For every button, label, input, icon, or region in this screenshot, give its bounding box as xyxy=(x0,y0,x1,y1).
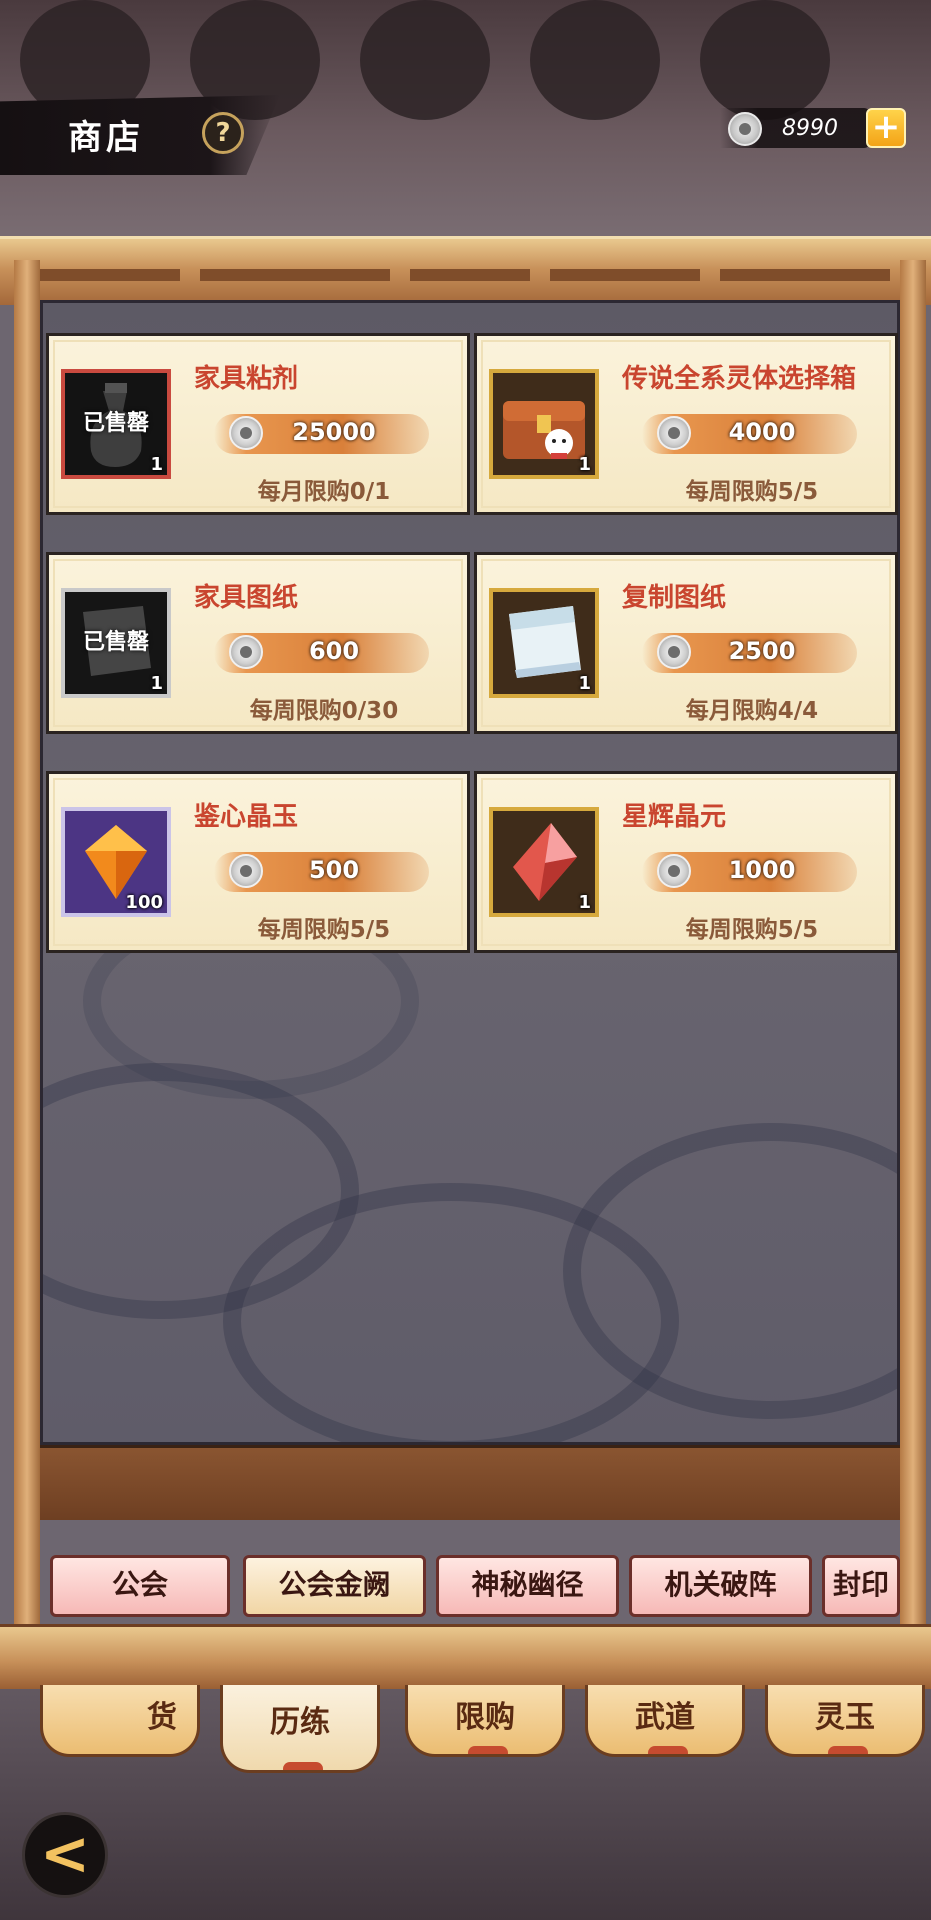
subtab-guild-golden-tower[interactable]: 公会金阙 xyxy=(243,1555,426,1617)
item-icon-jade-crystal: 100 xyxy=(61,807,171,917)
tab-label: 限购 xyxy=(455,1700,515,1735)
silver-coin-icon xyxy=(657,416,691,450)
purchase-limit: 每周限购5/5 xyxy=(685,917,819,943)
frame-left-post xyxy=(14,260,40,1640)
item-price: 4000 xyxy=(728,418,796,446)
item-price: 600 xyxy=(308,637,360,665)
tab-ribbon xyxy=(283,1762,323,1770)
item-price: 25000 xyxy=(292,418,376,446)
subtab-seal[interactable]: 封印 xyxy=(822,1555,900,1617)
purchase-limit: 每周限购5/5 xyxy=(257,917,391,943)
purchase-limit: 每周限购0/30 xyxy=(249,698,399,724)
item-name: 复制图纸 xyxy=(622,583,727,613)
silver-coin-icon xyxy=(229,635,263,669)
item-quantity: 1 xyxy=(578,892,591,913)
decor-disc xyxy=(360,0,490,120)
decor-disc xyxy=(530,0,660,120)
silver-coin-icon xyxy=(728,112,762,146)
frame-lower-beam xyxy=(40,1445,900,1520)
item-price: 2500 xyxy=(728,637,796,665)
tab-label: 武道 xyxy=(635,1700,695,1735)
tab-spirit-jade[interactable]: 灵玉 xyxy=(765,1685,925,1757)
silver-coin-icon xyxy=(229,416,263,450)
tab-martial[interactable]: 武道 xyxy=(585,1685,745,1757)
tab-ribbon xyxy=(648,1746,688,1754)
shop-item-card[interactable]: 100 鉴心晶玉 500 每周限购5/5 xyxy=(46,771,470,953)
item-icon-furniture-blueprint: 已售罄 1 xyxy=(61,588,171,698)
help-icon[interactable]: ? xyxy=(202,112,244,154)
subtab-mystery-path[interactable]: 神秘幽径 xyxy=(436,1555,619,1617)
decor-disc xyxy=(700,0,830,120)
frame-bottom-beam xyxy=(0,1624,931,1689)
tab-ribbon xyxy=(828,1746,868,1754)
page-title: 商店 xyxy=(68,118,144,158)
currency-amount: 8990 xyxy=(782,116,838,141)
tab-training[interactable]: 历练 xyxy=(220,1685,380,1773)
silver-coin-icon xyxy=(229,854,263,888)
shop-item-card[interactable]: 已售罄 1 家具粘剂 25000 每月限购0/1 xyxy=(46,333,470,515)
item-name: 传说全系灵体选择箱 xyxy=(622,364,857,394)
shop-item-card[interactable]: 已售罄 1 家具图纸 600 每周限购0/30 xyxy=(46,552,470,734)
item-icon-copy-blueprint: 1 xyxy=(489,588,599,698)
tab-label: 历练 xyxy=(270,1705,330,1740)
tab-limited[interactable]: 限购 xyxy=(405,1685,565,1757)
item-price: 1000 xyxy=(728,856,796,884)
item-name: 家具图纸 xyxy=(194,583,299,613)
tab-goods[interactable]: 货 xyxy=(40,1685,200,1757)
frame-right-post xyxy=(900,260,926,1640)
back-arrow-icon[interactable]: < xyxy=(22,1812,108,1898)
tab-label: 货 xyxy=(147,1700,177,1735)
item-icon-star-crystal: 1 xyxy=(489,807,599,917)
item-name: 鉴心晶玉 xyxy=(194,802,299,832)
item-quantity: 1 xyxy=(578,454,591,475)
item-icon-legend-chest: 1 xyxy=(489,369,599,479)
item-name: 家具粘剂 xyxy=(194,364,299,394)
tab-label: 灵玉 xyxy=(815,1700,875,1735)
purchase-limit: 每月限购0/1 xyxy=(257,479,391,505)
purchase-limit: 每月限购4/4 xyxy=(685,698,819,724)
shop-item-card[interactable]: 1 星辉晶元 1000 每周限购5/5 xyxy=(474,771,898,953)
subtab-guild[interactable]: 公会 xyxy=(50,1555,230,1617)
shop-item-card[interactable]: 1 传说全系灵体选择箱 4000 每周限购5/5 xyxy=(474,333,898,515)
shop-item-card[interactable]: 1 复制图纸 2500 每月限购4/4 xyxy=(474,552,898,734)
item-quantity: 1 xyxy=(150,454,163,475)
frame-top-beam xyxy=(0,236,931,305)
subtab-mechanism-break[interactable]: 机关破阵 xyxy=(629,1555,812,1617)
item-quantity: 1 xyxy=(578,673,591,694)
item-icon-furniture-glue: 已售罄 1 xyxy=(61,369,171,479)
item-quantity: 100 xyxy=(125,892,163,913)
item-quantity: 1 xyxy=(150,673,163,694)
item-price: 500 xyxy=(308,856,360,884)
purchase-limit: 每周限购5/5 xyxy=(685,479,819,505)
item-name: 星辉晶元 xyxy=(622,802,727,832)
silver-coin-icon xyxy=(657,635,691,669)
tab-ribbon xyxy=(468,1746,508,1754)
silver-coin-icon xyxy=(657,854,691,888)
add-currency-button[interactable]: + xyxy=(866,108,906,148)
